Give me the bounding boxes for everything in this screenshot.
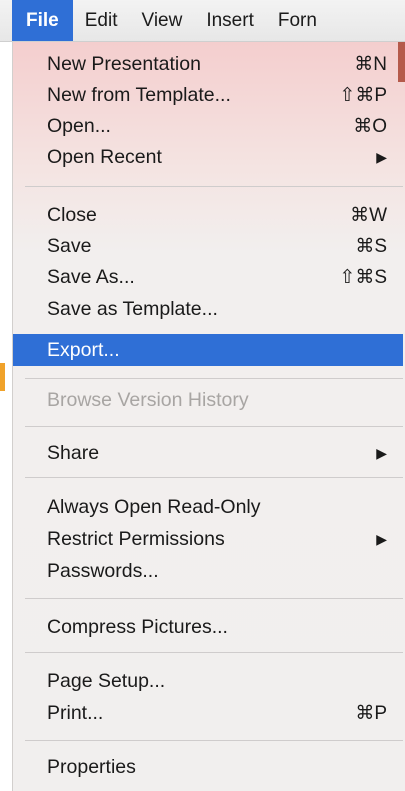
submenu-arrow-icon: ▶ [376,531,387,547]
menu-item-properties[interactable]: Properties [13,752,403,783]
shortcut-label: ⇧⌘S [339,267,387,288]
menu-item-open[interactable]: Open... ⌘O [13,111,403,142]
menu-item-label: New Presentation [47,53,201,75]
menu-item-label: Close [47,204,97,226]
menu-item-label: Print... [47,702,104,724]
shortcut-label: ⌘O [353,116,387,137]
menu-file[interactable]: File [12,0,73,41]
shortcut-label: ⌘S [355,236,387,257]
menu-item-new-from-template[interactable]: New from Template... ⇧⌘P [13,80,403,111]
menu-item-close[interactable]: Close ⌘W [13,200,403,231]
menu-format[interactable]: Forn [266,0,329,41]
menu-item-label: Open... [47,115,111,137]
menu-item-compress-pictures[interactable]: Compress Pictures... [13,612,403,643]
menu-item-label: Share [47,442,100,464]
menu-item-new-presentation[interactable]: New Presentation ⌘N [13,49,403,80]
menu-divider [25,378,403,379]
menu-item-page-setup[interactable]: Page Setup... [13,666,403,697]
menu-item-label: Properties [47,756,136,778]
shortcut-label: ⌘P [355,703,387,724]
orange-edge-mark [0,363,5,391]
menu-item-passwords[interactable]: Passwords... [13,556,403,587]
menu-item-label: Passwords... [47,560,159,582]
menu-bar: File Edit View Insert Forn [0,0,405,42]
menu-item-label: Save As... [47,266,135,288]
menu-item-browse-version-history: Browse Version History [13,385,403,416]
menu-divider [25,186,403,187]
menu-edit[interactable]: Edit [73,0,130,41]
menu-item-label: New from Template... [47,84,231,106]
menu-item-open-recent[interactable]: Open Recent ▶ [13,142,403,173]
menu-item-label: Export... [47,338,120,361]
menu-divider [25,477,403,478]
menu-item-label: Browse Version History [47,389,249,411]
menu-item-save[interactable]: Save ⌘S [13,231,403,262]
shortcut-label: ⇧⌘P [339,85,387,106]
menu-item-share[interactable]: Share ▶ [13,438,403,469]
right-background-strip [398,42,405,82]
menu-divider [25,652,403,653]
left-background-strip [0,42,12,791]
menu-item-label: Restrict Permissions [47,528,225,550]
menu-item-label: Save [47,235,92,257]
menu-item-label: Open Recent [47,146,162,168]
file-menu-dropdown: New Presentation ⌘N New from Template...… [12,42,405,791]
menu-item-label: Compress Pictures... [47,616,228,638]
menu-divider [25,740,403,741]
menu-divider [25,426,403,427]
shortcut-label: ⌘W [350,205,387,226]
submenu-arrow-icon: ▶ [376,445,387,461]
menu-item-save-as[interactable]: Save As... ⇧⌘S [13,262,403,293]
menu-item-export[interactable]: Export... [13,334,403,366]
menu-item-label: Always Open Read-Only [47,496,261,518]
menu-item-always-open-read-only[interactable]: Always Open Read-Only [13,492,403,523]
submenu-arrow-icon: ▶ [376,149,387,165]
menu-item-save-as-template[interactable]: Save as Template... [13,294,403,325]
menu-item-label: Page Setup... [47,670,166,692]
menu-view[interactable]: View [129,0,194,41]
menu-item-print[interactable]: Print... ⌘P [13,698,403,729]
menu-divider [25,598,403,599]
shortcut-label: ⌘N [354,54,387,75]
menu-item-label: Save as Template... [47,298,218,320]
menu-item-restrict-permissions[interactable]: Restrict Permissions ▶ [13,524,403,555]
menu-insert[interactable]: Insert [194,0,266,41]
